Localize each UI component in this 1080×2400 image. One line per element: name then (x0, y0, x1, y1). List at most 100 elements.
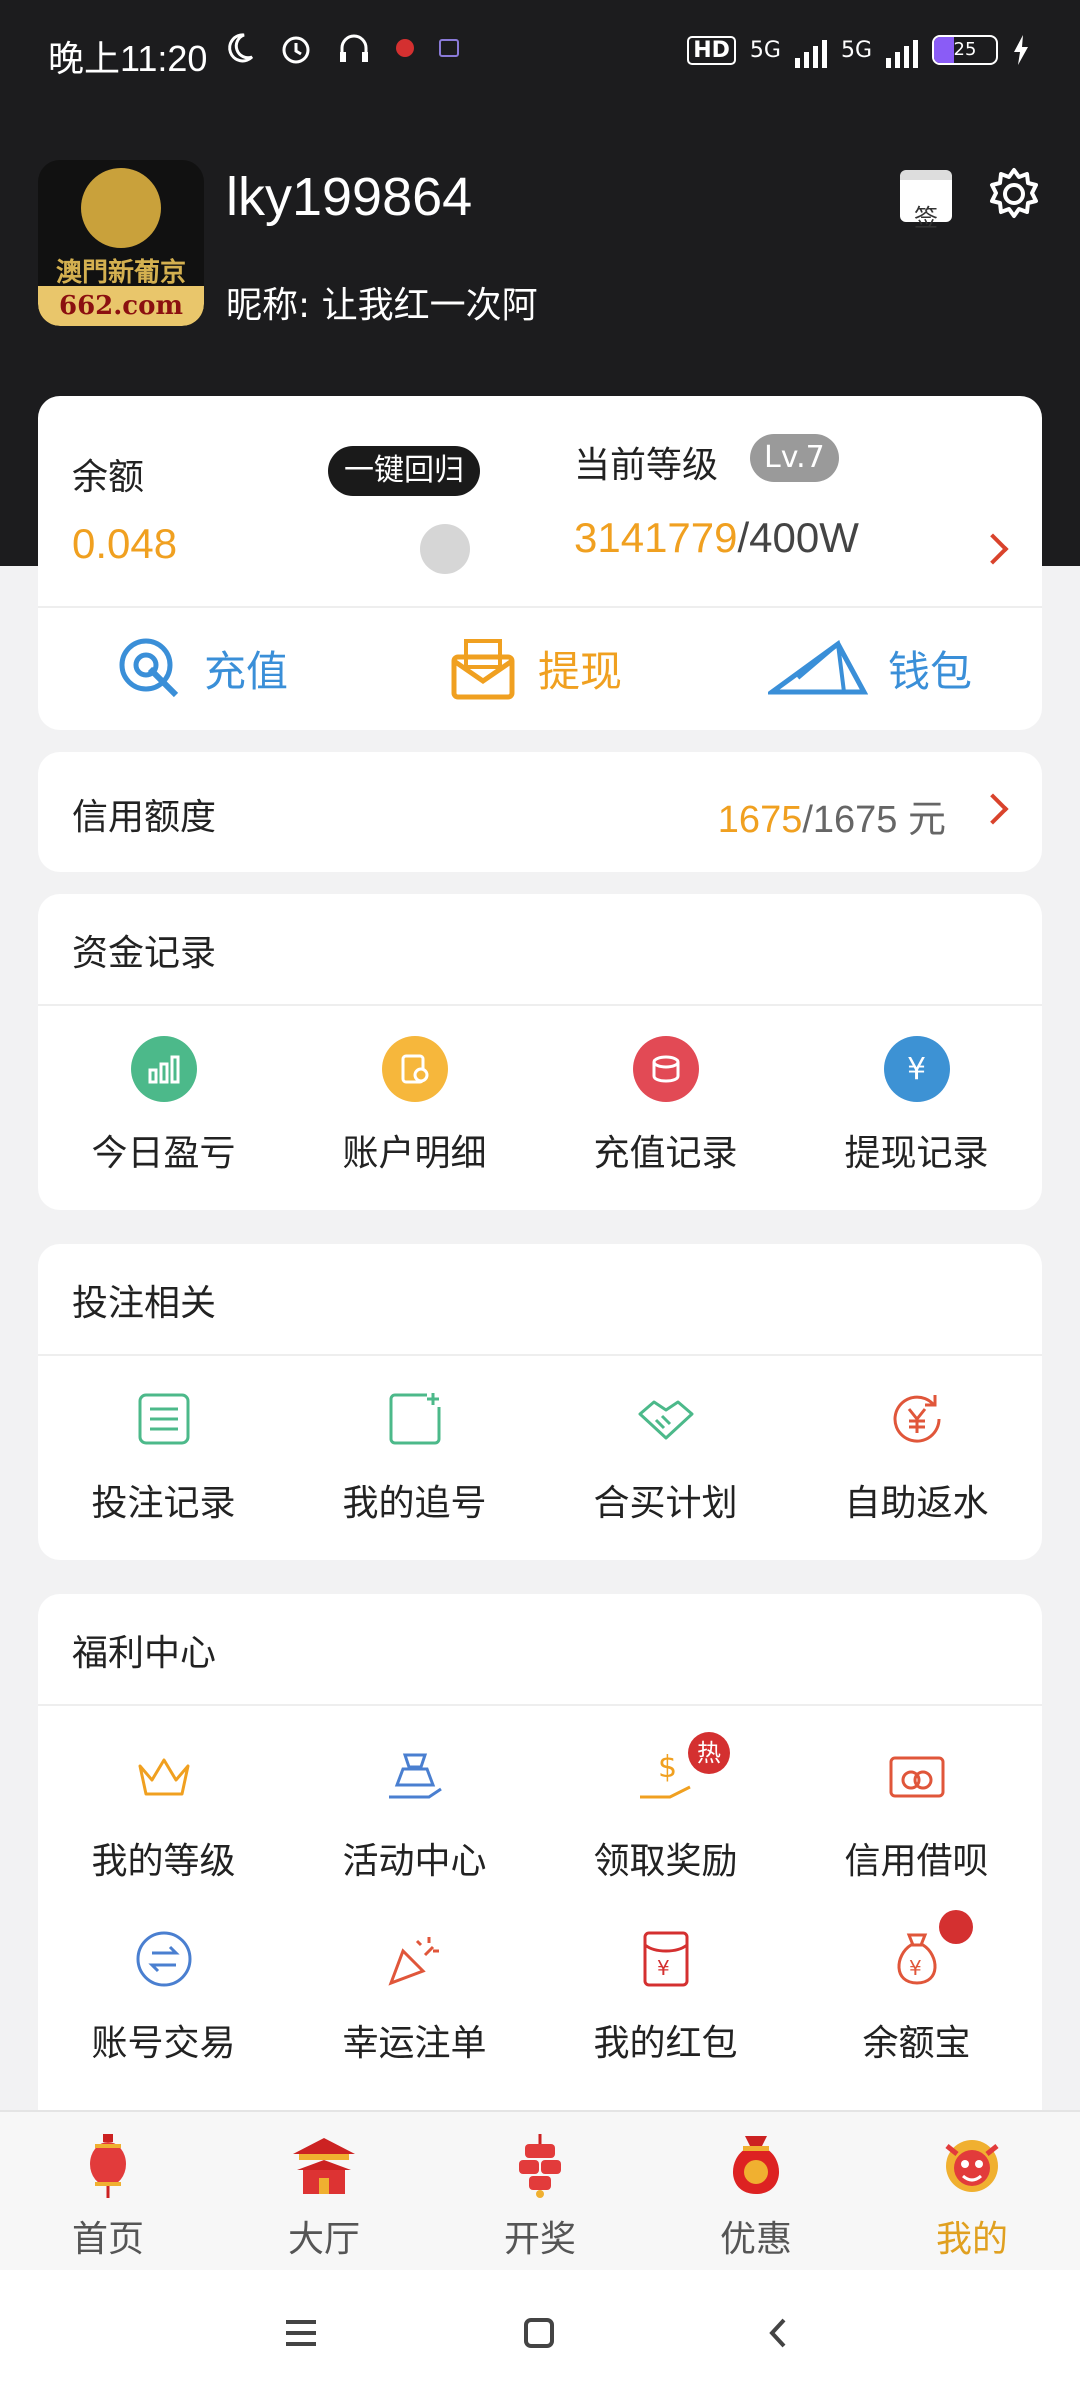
divider (38, 1004, 1042, 1006)
fund-records-card: 资金记录 今日盈亏 账户明细 充值记录 ¥ 提现记录 (38, 894, 1042, 1210)
system-nav-bar (0, 2270, 1080, 2400)
logo-emblem-icon (81, 168, 161, 248)
hot-badge: 热 (688, 1732, 730, 1774)
media-notification-icon (439, 39, 459, 57)
sign-in-button[interactable]: 签 (900, 170, 952, 232)
nav-home[interactable]: 首页 (0, 2130, 216, 2262)
group-buy-item[interactable]: 合买计划 (540, 1384, 791, 1526)
betting-card: 投注相关 投注记录 我的追号 合买计划 自助返水 (38, 1244, 1042, 1560)
money-bag-icon: ¥ (897, 1933, 936, 1985)
nav-lottery-label: 开奖 (503, 2219, 576, 2260)
net2-label: 5G (840, 37, 872, 63)
avatar-logo-text: 澳門新葡京 (55, 258, 186, 288)
credit-chevron-right-icon[interactable] (977, 793, 1009, 825)
activity-center-label: 活动中心 (342, 1841, 487, 1882)
username: lky199864 (226, 167, 473, 227)
nav-promotions[interactable]: 优惠 (648, 2130, 864, 2262)
claim-reward-item[interactable]: $ 热 领取奖励 (540, 1732, 791, 1884)
firecracker-icon (519, 2134, 561, 2198)
moon-icon (228, 33, 254, 63)
lantern-icon (90, 2134, 126, 2198)
exchange-icon (136, 1931, 191, 1987)
nav-hall[interactable]: 大厅 (216, 2130, 432, 2262)
handshake-icon (638, 1400, 693, 1440)
level-label: 当前等级 (574, 445, 719, 486)
welfare-title: 福利中心 (72, 1633, 217, 1674)
one-key-return-button[interactable]: 一键回归 (328, 446, 480, 496)
credit-value: 1675/1675 元 (718, 788, 946, 843)
notification-dot (939, 1910, 973, 1944)
welfare-card: 福利中心 我的等级 活动中心 $ 热 领取奖励 信用借呗 账号交易 幸运注单 ¥… (38, 1594, 1042, 2134)
activity-center-item[interactable]: 活动中心 (289, 1742, 540, 1884)
chase-number-item[interactable]: 我的追号 (289, 1384, 540, 1526)
my-level-item[interactable]: 我的等级 (38, 1742, 289, 1884)
wallet-paper-plane-icon (768, 640, 868, 695)
level-target: /400W (737, 514, 859, 561)
nav-home-label: 首页 (71, 2219, 144, 2260)
self-rebate-item[interactable]: 自助返水 (791, 1384, 1042, 1526)
bottom-nav: 首页 大厅 开奖 优惠 我的 (0, 2110, 1080, 2270)
list-icon (138, 1393, 189, 1445)
yuebao-item[interactable]: ¥ 余额宝 (791, 1910, 1042, 2066)
avatar[interactable]: 澳門新葡京 662.com (38, 160, 204, 326)
document-search-icon (381, 1036, 448, 1102)
hd-icon: HD (687, 35, 736, 65)
status-right: HD 5G 5G 25 (687, 32, 1030, 68)
dollar-hand-icon: $ (639, 1750, 691, 1799)
account-detail-item[interactable]: 账户明细 (289, 1034, 540, 1176)
recharge-label: 充值 (204, 646, 289, 696)
yen-refresh-icon (893, 1395, 941, 1443)
divider (38, 1354, 1042, 1356)
divider (38, 606, 1042, 608)
lion-dance-icon (945, 2140, 999, 2192)
status-icons (222, 30, 460, 66)
refresh-icon[interactable] (420, 524, 470, 574)
menu-icon[interactable] (284, 2316, 318, 2350)
claim-reward-label: 领取奖励 (593, 1841, 738, 1882)
account-detail-label: 账户明细 (342, 1133, 487, 1174)
svg-text:¥: ¥ (909, 1956, 922, 1980)
balance-value: 0.048 (72, 520, 178, 567)
nav-hall-label: 大厅 (287, 2219, 360, 2260)
gift-hand-icon (388, 1753, 442, 1799)
settings-gear-icon[interactable] (984, 164, 1044, 224)
wallet-label: 钱包 (888, 646, 973, 696)
lucky-bet-item[interactable]: 幸运注单 (289, 1924, 540, 2066)
bet-record-label: 投注记录 (91, 1483, 236, 1524)
recharge-record-item[interactable]: 充值记录 (540, 1034, 791, 1176)
withdraw-record-item[interactable]: ¥ 提现记录 (791, 1034, 1042, 1176)
today-profit-label: 今日盈亏 (91, 1133, 236, 1174)
recharge-button[interactable]: 充值 (114, 628, 288, 708)
fund-records-title: 资金记录 (72, 933, 217, 974)
yen-transfer-icon: ¥ (883, 1036, 950, 1102)
withdraw-record-label: 提现记录 (844, 1133, 989, 1174)
credit-total: /1675 元 (802, 799, 946, 841)
back-chevron-icon[interactable] (762, 2316, 796, 2350)
red-envelope-icon: ¥ (643, 1931, 688, 1987)
withdraw-button[interactable]: 提现 (448, 628, 622, 708)
account-trade-label: 账号交易 (91, 2023, 236, 2064)
today-profit-item[interactable]: 今日盈亏 (38, 1034, 289, 1176)
wallet-button[interactable]: 钱包 (768, 628, 972, 708)
chase-number-label: 我的追号 (342, 1483, 487, 1524)
account-trade-item[interactable]: 账号交易 (38, 1924, 289, 2066)
self-rebate-label: 自助返水 (844, 1483, 989, 1524)
app-notification-icon (396, 39, 414, 57)
coins-icon (632, 1036, 699, 1102)
nickname: 昵称: 让我红一次阿 (226, 285, 538, 326)
nav-lottery[interactable]: 开奖 (432, 2130, 648, 2262)
alarm-icon (282, 36, 310, 64)
nav-mine-label: 我的 (935, 2219, 1008, 2260)
net1-label: 5G (749, 37, 781, 63)
home-square-icon[interactable] (522, 2316, 556, 2350)
level-chevron-right-icon[interactable] (977, 533, 1009, 565)
nav-mine[interactable]: 我的 (864, 2130, 1080, 2262)
credit-loan-item[interactable]: 信用借呗 (791, 1742, 1042, 1884)
avatar-logo-domain: 662.com (38, 286, 204, 326)
my-red-envelope-item[interactable]: ¥ 我的红包 (540, 1924, 791, 2066)
group-buy-label: 合买计划 (593, 1483, 738, 1524)
status-bar: 晚上11:20 HD 5G 5G 25 (0, 0, 1080, 110)
bet-record-item[interactable]: 投注记录 (38, 1384, 289, 1526)
credit-card[interactable]: 信用额度 1675/1675 元 (38, 752, 1042, 872)
party-popper-icon (387, 1937, 439, 1986)
